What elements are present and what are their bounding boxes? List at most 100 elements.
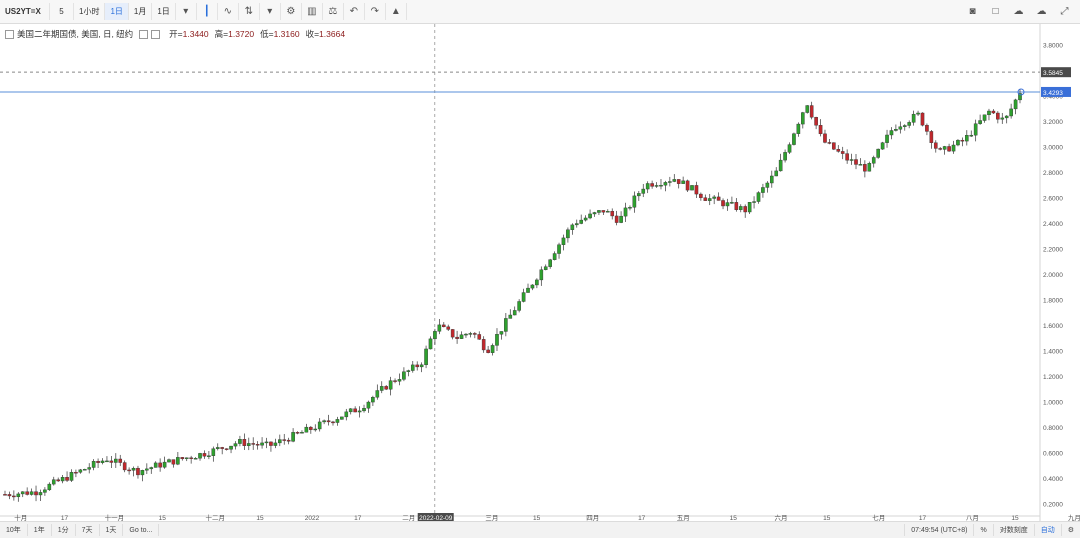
candle-body [379, 386, 384, 391]
y-tick-label: 2.6000 [1043, 196, 1063, 203]
candle-body [82, 469, 87, 471]
gear-icon-bottom[interactable]: ⚙ [1060, 524, 1080, 536]
candle-body [317, 421, 322, 430]
layout-icon[interactable]: □ [984, 3, 1007, 20]
price-chart[interactable]: 3.80003.60003.40003.20003.00002.80002.60… [0, 24, 1080, 521]
candle-body [969, 134, 974, 137]
candles-icon[interactable]: ┃ [197, 3, 218, 20]
candle-body [3, 494, 7, 496]
percent-toggle[interactable]: % [973, 524, 992, 536]
x-tick-label: 二月 [402, 514, 415, 521]
scale-icon[interactable]: ⚖ [323, 3, 344, 20]
bar-chart-icon[interactable]: ▥ [302, 3, 323, 20]
candle-body [530, 284, 535, 289]
candle-body [220, 447, 224, 449]
y-tick-label: 2.2000 [1043, 247, 1063, 254]
candle-body [778, 159, 783, 172]
interval-field[interactable]: 5 [50, 3, 74, 20]
candle-body [193, 458, 198, 460]
goto-button[interactable]: Go to... [123, 524, 160, 536]
range-10y[interactable]: 10年 [0, 524, 28, 536]
candle-body [823, 133, 827, 143]
candle-body [1013, 99, 1018, 110]
x-tick-label: 九月 [1068, 513, 1080, 521]
candle-body [309, 426, 313, 430]
dropdown-icon-2[interactable]: ▾ [260, 3, 281, 20]
x-tick-label: 十月 [14, 513, 27, 521]
candle-body [384, 386, 388, 390]
redo-icon[interactable]: ↷ [365, 3, 386, 20]
candle-body [743, 206, 747, 213]
candle-body [840, 151, 845, 154]
candle-body [991, 110, 996, 114]
dropdown-icon[interactable]: ▾ [176, 3, 197, 20]
candle-body [889, 130, 894, 136]
timeframe-1h[interactable]: 1小时 [74, 3, 106, 20]
candle-body [885, 134, 889, 143]
candle-body [747, 202, 752, 213]
candle-body [951, 144, 956, 152]
candle-body [499, 331, 504, 335]
candle-body [326, 420, 331, 423]
candle-body [933, 142, 938, 149]
candle-body [845, 153, 849, 161]
candle-body [419, 364, 424, 368]
compare-icon[interactable]: ⇅ [239, 3, 260, 20]
candle-body [273, 442, 278, 446]
y-tick-label: 2.0000 [1043, 272, 1063, 279]
range-7d[interactable]: 7天 [76, 524, 100, 536]
candle-body [765, 182, 770, 188]
candle-body [987, 110, 991, 116]
candle-body [127, 469, 131, 472]
candle-body [659, 184, 663, 187]
candle-body [619, 215, 623, 223]
candle-body [65, 477, 69, 481]
range-1y[interactable]: 1年 [28, 524, 52, 536]
candle-body [51, 479, 56, 485]
candle-body [672, 179, 677, 182]
range-1d[interactable]: 1天 [100, 524, 124, 536]
candle-body [495, 334, 499, 346]
symbol-field[interactable]: US2YT=X [0, 3, 50, 20]
auto-toggle[interactable]: 自动 [1033, 524, 1061, 536]
timeframe-1m[interactable]: 1月 [129, 3, 153, 20]
y-tick-label: 3.8000 [1043, 43, 1063, 50]
candle-body [583, 217, 588, 221]
candle-body [623, 207, 628, 217]
candle-body [353, 408, 357, 413]
candle-body [481, 339, 486, 351]
candle-body [911, 113, 916, 123]
y-tick-label: 3.2000 [1043, 119, 1063, 126]
x-tick-label: 五月 [677, 514, 690, 521]
log-toggle[interactable]: 对数刻度 [992, 524, 1034, 536]
camera-icon[interactable]: ◙ [961, 3, 984, 20]
candle-body [681, 180, 685, 184]
candle-body [783, 152, 787, 161]
candle-body [614, 215, 619, 223]
candle-body [295, 432, 300, 434]
candle-body [557, 244, 561, 254]
indicators-icon[interactable]: ∿ [218, 3, 239, 20]
candle-body [539, 269, 544, 281]
fullscreen-icon[interactable]: ⤢ [1053, 3, 1076, 20]
timeframe-custom[interactable]: 1日 [152, 3, 176, 20]
cloud-download-icon[interactable]: ☁ [1030, 3, 1053, 20]
candle-body [827, 142, 832, 144]
candle-body [371, 397, 375, 403]
candle-body [340, 416, 344, 420]
candle-body [716, 196, 721, 201]
candle-body [566, 229, 570, 239]
range-1min[interactable]: 1分 [52, 524, 76, 536]
candle-body [291, 432, 295, 442]
candle-body [663, 182, 668, 186]
undo-icon[interactable]: ↶ [344, 3, 365, 20]
candle-body [863, 164, 867, 172]
candle-body [16, 493, 21, 498]
candle-body [836, 149, 841, 152]
tree-icon[interactable]: ▲ [386, 3, 407, 20]
gear-icon[interactable]: ⚙ [281, 3, 302, 20]
timeframe-1d[interactable]: 1日 [105, 3, 129, 20]
candle-body [264, 441, 269, 444]
cloud-upload-icon[interactable]: ☁ [1007, 3, 1030, 20]
x-tick-label: 六月 [775, 513, 788, 521]
